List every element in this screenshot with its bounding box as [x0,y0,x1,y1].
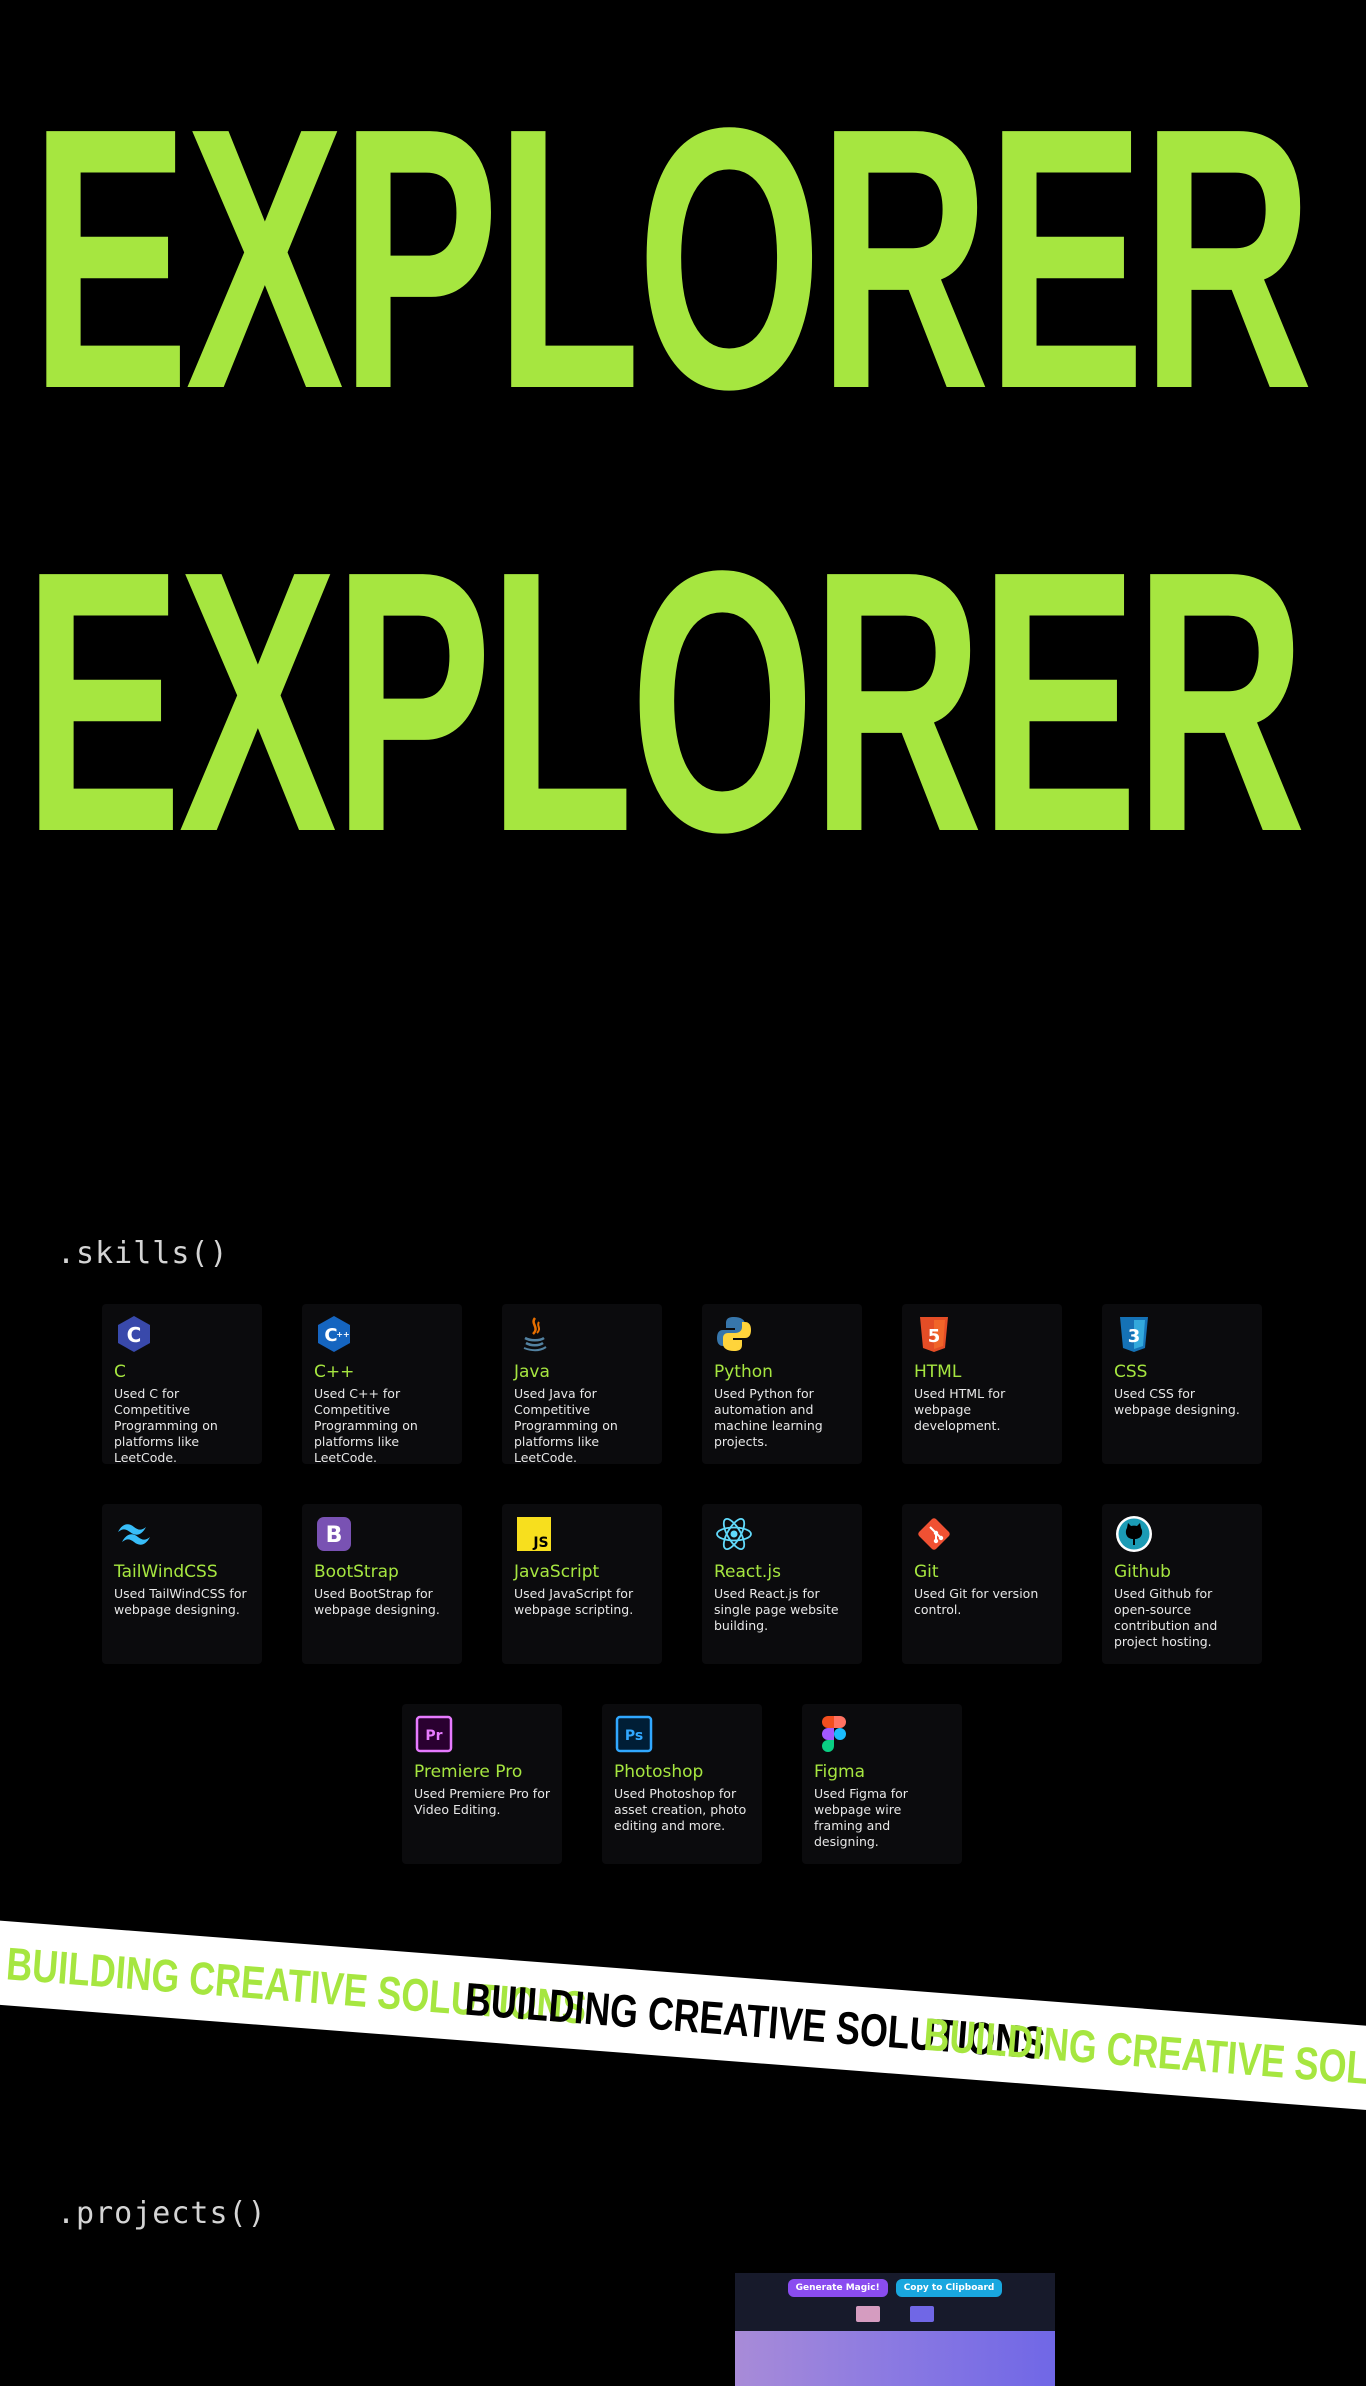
skill-name: Photoshop [614,1762,704,1782]
skill-description: Used HTML for webpage development. [914,1386,1006,1433]
premiere-pro-icon: Pr [414,1714,454,1754]
skill-description: Used TailWindCSS for webpage designing. [114,1586,247,1617]
skill-name: Java [514,1362,550,1382]
svg-text:JS: JS [532,1535,548,1551]
skill-description: Used Figma for webpage wire framing and … [814,1786,908,1849]
skill-name: JavaScript [514,1562,600,1582]
skill-description: Used Git for version control. [914,1586,1039,1617]
skill-card-javascript[interactable]: JS JavaScript Used JavaScript for webpag… [502,1504,662,1664]
skill-card-java[interactable]: Java Used Java for Competitive Programmi… [502,1304,662,1465]
skill-description: Used CSS for webpage designing. [1114,1386,1240,1417]
python-icon [714,1314,754,1354]
react-icon [714,1514,754,1554]
javascript-icon: JS [514,1514,554,1554]
skill-name: HTML [914,1362,962,1382]
css3-icon: 3 [1114,1314,1154,1354]
html5-icon: 5 [914,1314,954,1354]
skills-section-title: .skills() [57,1236,229,1271]
svg-text:3: 3 [1128,1326,1141,1347]
skill-description: Used C for Competitive Programming on pl… [114,1386,218,1465]
svg-text:Pr: Pr [425,1728,442,1744]
svg-text:++: ++ [336,1330,349,1339]
skill-name: Premiere Pro [414,1762,523,1782]
svg-text:C: C [127,1323,142,1347]
skill-description: Used Photoshop for asset creation, photo… [614,1786,747,1833]
skill-card-figma[interactable]: Figma Used Figma for webpage wire framin… [802,1704,962,1864]
skill-description: Used React.js for single page website bu… [714,1586,839,1633]
banner-text: BUILDING CREATIVE SOLUTIONS [921,2007,1366,2105]
skill-name: C [114,1362,126,1382]
skill-card-python[interactable]: Python Used Python for automation and ma… [702,1304,862,1464]
color-swatch-2[interactable] [910,2306,934,2322]
skill-name: BootStrap [314,1562,399,1582]
project-preview-card[interactable]: Generate Magic! Copy to Clipboard [735,2273,1055,2386]
svg-text:Ps: Ps [625,1728,643,1744]
tailwind-icon [114,1514,154,1554]
hero-heading-line-1: R EXPLORER [0,72,1366,402]
skill-card-css[interactable]: 3 CSS Used CSS for webpage designing. [1102,1304,1262,1464]
skill-card-html[interactable]: 5 HTML Used HTML for webpage development… [902,1304,1062,1464]
skill-name: React.js [714,1562,781,1582]
color-swatch-row [735,2306,1055,2322]
hero-heading-line-2: R EXPLORER [0,515,1366,845]
skill-name: Python [714,1362,773,1382]
skill-name: Github [1114,1562,1171,1582]
gradient-preview [735,2331,1055,2386]
skill-description: Used C++ for Competitive Programming on … [314,1386,418,1465]
skill-card-c[interactable]: C C Used C for Competitive Programming o… [102,1304,262,1465]
svg-text:5: 5 [928,1326,941,1347]
hero-text-1: R EXPLORER [0,72,1313,402]
photoshop-icon: Ps [614,1714,654,1754]
projects-section-title: .projects() [57,2196,267,2231]
skill-card-git[interactable]: Git Used Git for version control. [902,1504,1062,1664]
hero-text-2: R EXPLORER [0,515,1306,845]
skill-description: Used Github for open-source contribution… [1114,1586,1218,1649]
figma-icon [814,1714,854,1754]
skill-description: Used BootStrap for webpage designing. [314,1586,440,1617]
skill-card-react[interactable]: React.js Used React.js for single page w… [702,1504,862,1664]
github-icon [1114,1514,1154,1554]
skill-name: CSS [1114,1362,1148,1382]
copy-to-clipboard-button[interactable]: Copy to Clipboard [895,2279,1003,2297]
skill-card-premiere-pro[interactable]: Pr Premiere Pro Used Premiere Pro for Vi… [402,1704,562,1864]
git-icon [914,1514,954,1554]
marquee-banner: BUILDING CREATIVE SOLUTIONS BUILDING CRE… [0,1916,1366,2115]
skill-description: Used Java for Competitive Programming on… [514,1386,618,1465]
skill-description: Used Premiere Pro for Video Editing. [414,1786,550,1817]
skill-description: Used JavaScript for webpage scripting. [514,1586,634,1617]
skill-card-bootstrap[interactable]: B BootStrap Used BootStrap for webpage d… [302,1504,462,1664]
banner-text: BUILDING CREATIVE SOLUTIONS [4,1937,589,2034]
skill-card-github[interactable]: Github Used Github for open-source contr… [1102,1504,1262,1664]
java-icon [514,1314,554,1354]
skill-name: Git [914,1562,939,1582]
skill-name: C++ [314,1362,355,1382]
skill-card-tailwind[interactable]: TailWindCSS Used TailWindCSS for webpage… [102,1504,262,1664]
generate-magic-button[interactable]: Generate Magic! [787,2279,888,2297]
cpp-icon: C ++ [314,1314,354,1354]
banner-text: BUILDING CREATIVE SOLUTIONS [463,1972,1047,2070]
skill-description: Used Python for automation and machine l… [714,1386,823,1449]
svg-text:B: B [326,1523,343,1548]
color-swatch-1[interactable] [856,2306,880,2322]
skill-name: Figma [814,1762,866,1782]
skill-card-cpp[interactable]: C ++ C++ Used C++ for Competitive Program… [302,1304,462,1465]
preview-button-row: Generate Magic! Copy to Clipboard [735,2279,1055,2297]
skill-card-photoshop[interactable]: Ps Photoshop Used Photoshop for asset cr… [602,1704,762,1864]
c-language-icon: C [114,1314,154,1354]
skill-name: TailWindCSS [114,1562,218,1582]
bootstrap-icon: B [314,1514,354,1554]
